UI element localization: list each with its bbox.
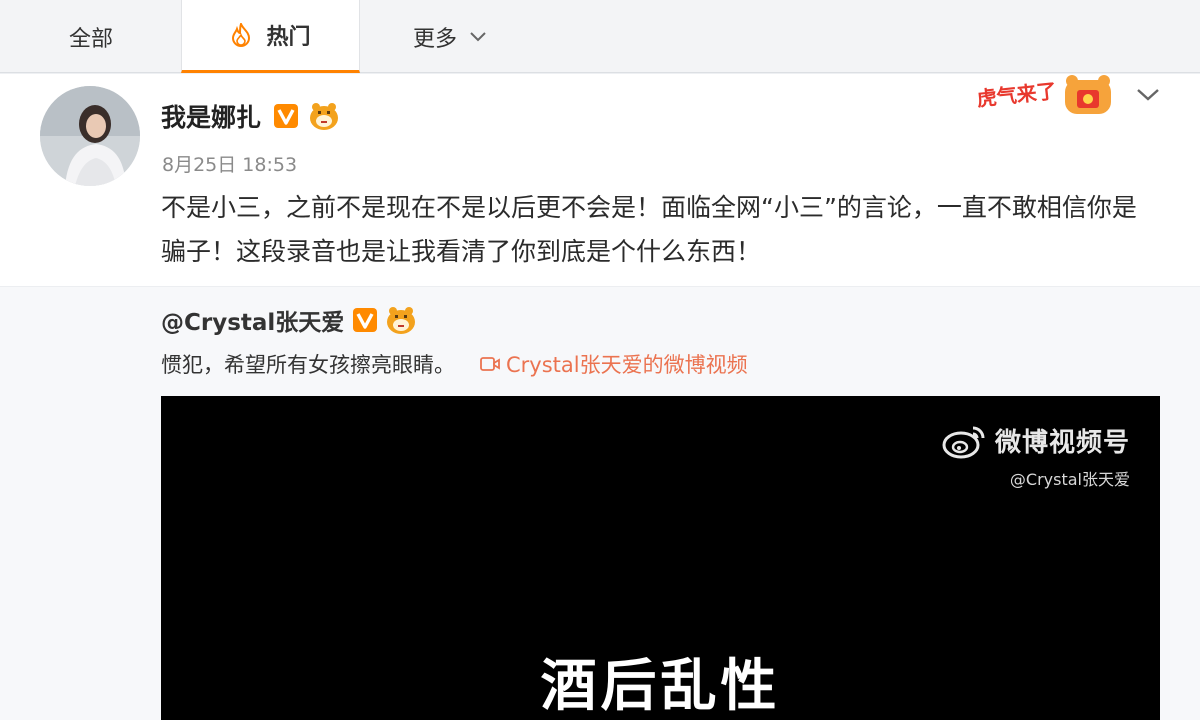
post-text: 不是小三，之前不是现在不是以后更不会是！面临全网“小三”的言论，一直不敢相信你是… bbox=[161, 193, 1137, 266]
avatar-photo bbox=[40, 86, 140, 186]
tiger-badge-icon bbox=[310, 103, 339, 130]
repost-text: 惯犯，希望所有女孩擦亮眼睛。 bbox=[161, 353, 455, 377]
watermark-title: 微博视频号 bbox=[994, 427, 1130, 458]
video-player[interactable]: 微博视频号 @Crystal张天爱 酒后乱性 bbox=[161, 396, 1160, 720]
repost-username-text: @Crystal张天爱 bbox=[161, 310, 345, 336]
post-username[interactable]: 我是娜扎 bbox=[161, 98, 341, 134]
tab-bar: 全部 热门 更多 bbox=[0, 0, 1200, 73]
username-text: 我是娜扎 bbox=[161, 103, 262, 132]
video-link[interactable]: Crystal张天爱的微博视频 bbox=[479, 349, 748, 379]
stamp-text: 虎气来了 bbox=[976, 79, 1058, 111]
video-camera-icon bbox=[480, 357, 500, 371]
tab-hot-label: 热门 bbox=[266, 25, 311, 50]
weibo-logo-icon bbox=[942, 426, 985, 459]
video-subtitle: 酒后乱性 bbox=[540, 654, 781, 719]
avatar[interactable] bbox=[40, 86, 140, 186]
repost-username[interactable]: @Crystal张天爱 bbox=[161, 303, 418, 337]
tab-more[interactable]: 更多 bbox=[385, 0, 515, 73]
tiger-badge-icon bbox=[387, 307, 416, 334]
post-timestamp[interactable]: 8月25日 18:53 bbox=[162, 150, 297, 177]
tab-hot[interactable]: 热门 bbox=[181, 0, 360, 73]
tab-all[interactable]: 全部 bbox=[30, 0, 152, 73]
repost-section[interactable]: @Crystal张天爱 惯犯，希望所有女孩擦亮眼睛。 Crystal张天爱的微博… bbox=[0, 286, 1200, 720]
post-card: 我是娜扎 8月25日 18:53 不是小三，之前不是现在不是以后更不会是！面临全… bbox=[0, 74, 1200, 720]
verified-v-icon bbox=[353, 308, 378, 332]
watermark-handle: @Crystal张天爱 bbox=[1009, 470, 1130, 489]
fire-icon bbox=[232, 23, 251, 47]
tab-all-label: 全部 bbox=[68, 26, 113, 52]
verified-v-icon bbox=[274, 104, 299, 128]
chevron-down-icon bbox=[470, 31, 486, 41]
video-watermark: 微博视频号 @Crystal张天爱 bbox=[941, 420, 1130, 490]
chevron-down-icon[interactable] bbox=[1135, 86, 1161, 104]
repost-text-row: 惯犯，希望所有女孩擦亮眼睛。 Crystal张天爱的微博视频 bbox=[161, 349, 748, 379]
tab-more-label: 更多 bbox=[412, 26, 457, 52]
video-link-label: Crystal张天爱的微博视频 bbox=[506, 353, 748, 377]
tiger-year-stamp-icon: 虎气来了 bbox=[976, 75, 1111, 114]
